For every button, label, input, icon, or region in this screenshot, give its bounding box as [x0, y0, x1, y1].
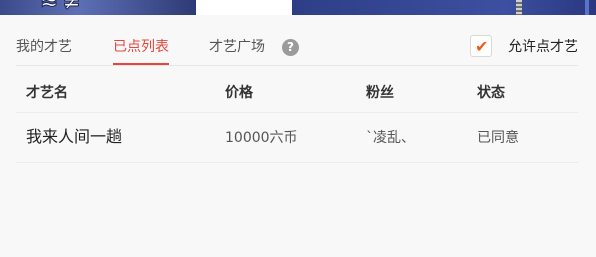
cell-talent-name: 我来人间一趟: [26, 127, 123, 146]
banner-image-right: [292, 0, 596, 15]
header-fan: 粉丝: [366, 85, 394, 101]
banner-edge: [585, 0, 589, 15]
tab-ordered-list[interactable]: 已点列表: [113, 37, 169, 65]
cell-status: 已同意: [477, 130, 519, 146]
banner-gap: [196, 0, 292, 15]
checkmark-icon: ✔: [475, 37, 489, 56]
header-price: 价格: [225, 85, 253, 101]
table-row: 我来人间一趟 10000六币 `凌乱、 已同意: [16, 113, 578, 163]
banner-image-left: ≈≠: [0, 0, 196, 16]
header-status: 状态: [477, 85, 505, 101]
header-talent-name: 才艺名: [26, 85, 68, 101]
banner-ornament: [516, 0, 522, 15]
allow-talent-toggle[interactable]: ✔ 允许点才艺: [466, 35, 578, 59]
tab-my-talents[interactable]: 我的才艺: [16, 37, 72, 57]
table-header: 才艺名 价格 粉丝 状态: [16, 71, 578, 113]
allow-talent-label: 允许点才艺: [508, 39, 578, 55]
cell-fan: `凌乱、: [366, 130, 415, 146]
allow-talent-checkbox[interactable]: ✔: [470, 35, 492, 57]
ordered-table: 才艺名 价格 粉丝 状态 我来人间一趟 10000六币 `凌乱、 已同意: [16, 71, 578, 163]
tab-talent-square[interactable]: 才艺广场: [209, 37, 265, 57]
cell-price: 10000六币: [225, 130, 298, 146]
question-mark-icon[interactable]: ?: [282, 39, 299, 56]
tab-bar: 我的才艺 已点列表 才艺广场 ? ✔ 允许点才艺: [16, 30, 578, 66]
banner-decoration: ≈≠: [40, 0, 85, 16]
